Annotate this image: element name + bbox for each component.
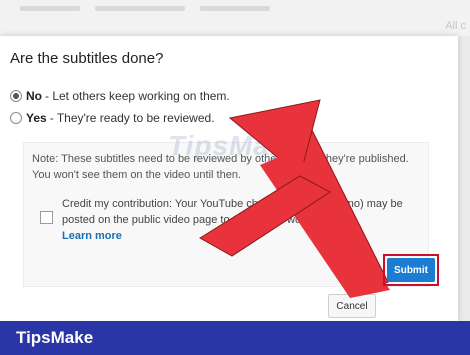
cancel-button[interactable]: Cancel [328, 294, 376, 318]
credit-checkbox[interactable] [40, 211, 53, 224]
option-no-label: No [26, 89, 42, 103]
submit-button[interactable]: Submit [387, 258, 435, 282]
option-yes-text: - They're ready to be reviewed. [49, 111, 215, 125]
background-text: All c [445, 20, 466, 32]
option-no[interactable]: No - Let others keep working on them. [10, 89, 230, 103]
option-no-text: - Let others keep working on them. [45, 89, 230, 103]
radio-yes[interactable] [10, 112, 22, 124]
radio-no[interactable] [10, 90, 22, 102]
watermark: TipsMake [168, 130, 304, 161]
screenshot-frame: All c Are the subtitles done? No - Let o… [0, 0, 470, 355]
info-box: Note: These subtitles need to be reviewe… [23, 142, 429, 287]
brand-logo: TipsMake [16, 328, 94, 347]
credit-text-block: Credit my contribution: Your YouTube cha… [62, 196, 412, 244]
credit-text: Credit my contribution: Your YouTube cha… [62, 198, 403, 226]
dialog-title: Are the subtitles done? [10, 50, 164, 67]
background-page: All c [0, 0, 470, 36]
footer-bar: TipsMake [0, 321, 470, 355]
learn-more-link[interactable]: Learn more [62, 228, 412, 244]
option-yes-label: Yes [26, 111, 47, 125]
option-yes[interactable]: Yes - They're ready to be reviewed. [10, 111, 215, 125]
